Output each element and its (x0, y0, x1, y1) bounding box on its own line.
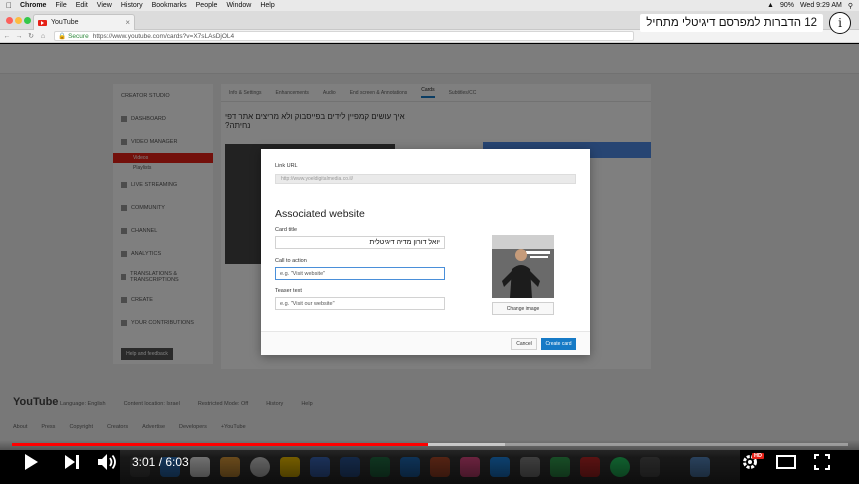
close-window-button[interactable] (6, 17, 13, 24)
theater-icon (776, 455, 796, 469)
menu-status-area: ▲ 90% Wed 9:29 AM ⚲ (767, 2, 859, 10)
close-tab-icon[interactable]: × (125, 18, 130, 27)
dialog-footer: Cancel Create card (261, 331, 590, 355)
current-time: 3:01 (132, 455, 156, 469)
menu-people[interactable]: People (196, 2, 218, 9)
cancel-button[interactable]: Cancel (511, 338, 537, 350)
youtube-favicon-icon (38, 19, 47, 26)
minimize-window-button[interactable] (15, 17, 22, 24)
menu-window[interactable]: Window (226, 2, 251, 9)
create-card-button[interactable]: Create card (541, 338, 576, 350)
tab-title: YouTube (51, 19, 79, 26)
menu-view[interactable]: View (97, 2, 112, 9)
time-separator: / (155, 455, 166, 469)
progress-bar[interactable] (12, 443, 848, 446)
fullscreen-button[interactable] (812, 452, 832, 472)
associated-website-title: Associated website (275, 208, 365, 220)
browser-tab[interactable]: YouTube × (33, 14, 135, 30)
menu-edit[interactable]: Edit (76, 2, 88, 9)
menu-app-name[interactable]: Chrome (20, 2, 46, 9)
forward-icon[interactable]: → (14, 33, 24, 40)
home-icon[interactable]: ⌂ (38, 33, 48, 40)
call-to-action-input[interactable]: e.g. "Visit website" (275, 267, 445, 280)
search-icon[interactable]: ⚲ (848, 2, 853, 10)
website-image (492, 235, 554, 298)
link-url-label: Link URL (275, 163, 298, 169)
volume-button[interactable] (96, 452, 120, 472)
menu-help[interactable]: Help (260, 2, 274, 9)
lock-icon: 🔒 (58, 33, 67, 40)
teaser-label: Teaser text (275, 288, 302, 294)
secure-label: Secure (68, 32, 89, 40)
progress-played (12, 443, 429, 446)
time-display: 3:01 / 6:03 (132, 455, 189, 469)
battery-percent[interactable]: 90% (780, 2, 794, 9)
play-button[interactable] (22, 452, 40, 472)
info-icon[interactable]: i (829, 12, 851, 34)
volume-icon (98, 454, 116, 470)
teaser-text-input[interactable]: e.g. "Visit our website" (275, 297, 445, 310)
link-url-field: http://www.yoeldigitalmedia.co.il/ (275, 174, 576, 184)
zoom-window-button[interactable] (24, 17, 31, 24)
video-overlay-title: 12 הדברות למפרסם דיגיטלי מתחיל i (640, 12, 851, 34)
url-input[interactable]: 🔒 Secure https://www.youtube.com/cards?v… (54, 31, 634, 41)
reload-icon[interactable]: ↻ (26, 32, 36, 40)
fullscreen-icon (814, 454, 830, 470)
menu-history[interactable]: History (121, 2, 143, 9)
next-button[interactable] (62, 452, 82, 472)
wifi-icon[interactable]: ▲ (767, 2, 774, 9)
change-image-button[interactable]: Change image (492, 302, 554, 315)
next-icon (65, 455, 79, 469)
apple-icon[interactable]:  (6, 1, 12, 10)
theater-mode-button[interactable] (775, 452, 797, 472)
duration: 6:03 (165, 455, 189, 469)
url-text: https://www.youtube.com/cards?v=X7sLAsDj… (92, 32, 235, 40)
mac-menu-bar:  Chrome File Edit View History Bookmark… (0, 0, 859, 11)
menu-bookmarks[interactable]: Bookmarks (152, 2, 187, 9)
cta-label: Call to action (275, 258, 307, 264)
overlay-title-text: 12 הדברות למפרסם דיגיטלי מתחיל (640, 14, 823, 32)
card-title-label: Card title (275, 227, 298, 233)
menu-file[interactable]: File (55, 2, 66, 9)
play-icon (25, 454, 38, 470)
hd-badge: HD (752, 453, 764, 459)
back-icon[interactable]: ← (2, 33, 12, 40)
clock[interactable]: Wed 9:29 AM (800, 2, 842, 9)
player-controls: 3:01 / 6:03 HD (0, 440, 859, 484)
card-editor-dialog: Link URL http://www.yoeldigitalmedia.co.… (261, 149, 590, 355)
card-title-input[interactable]: יואל דורון מדיה דיגיטלית (275, 236, 445, 249)
